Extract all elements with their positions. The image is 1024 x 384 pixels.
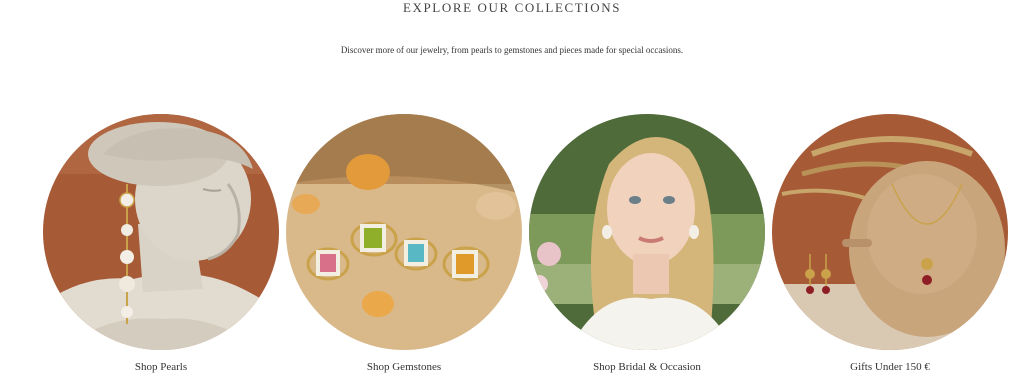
collection-card-pearls[interactable]: Shop Pearls — [43, 114, 279, 376]
collection-card-gemstones[interactable]: Shop Gemstones — [286, 114, 522, 376]
collection-image-gifts[interactable] — [772, 114, 1008, 350]
collection-image-pearls[interactable] — [43, 114, 279, 350]
gemstone-rings-image — [286, 114, 522, 350]
collection-card-gifts[interactable]: Gifts Under 150 € — [772, 114, 1008, 376]
collection-label-gemstones[interactable]: Shop Gemstones — [286, 360, 522, 374]
collection-label-pearls[interactable]: Shop Pearls — [43, 360, 279, 374]
collection-image-gemstones[interactable] — [286, 114, 522, 350]
collections-section: EXPLORE OUR COLLECTIONS Discover more of… — [0, 0, 1024, 384]
collection-label-bridal[interactable]: Shop Bridal & Occasion — [529, 360, 765, 374]
collection-card-bridal[interactable]: Shop Bridal & Occasion — [529, 114, 765, 376]
section-heading: EXPLORE OUR COLLECTIONS — [402, 0, 622, 15]
collection-image-bridal[interactable] — [529, 114, 765, 350]
section-subtitle: Discover more of our jewelry, from pearl… — [340, 45, 684, 55]
bride-portrait-image — [529, 114, 765, 350]
collection-label-gifts[interactable]: Gifts Under 150 € — [772, 360, 1008, 374]
collection-cards: Shop Pearls Shop Gemstones Shop Bridal &… — [0, 114, 1024, 384]
marble-bust-image — [43, 114, 279, 350]
clay-vase-image — [772, 114, 1008, 350]
